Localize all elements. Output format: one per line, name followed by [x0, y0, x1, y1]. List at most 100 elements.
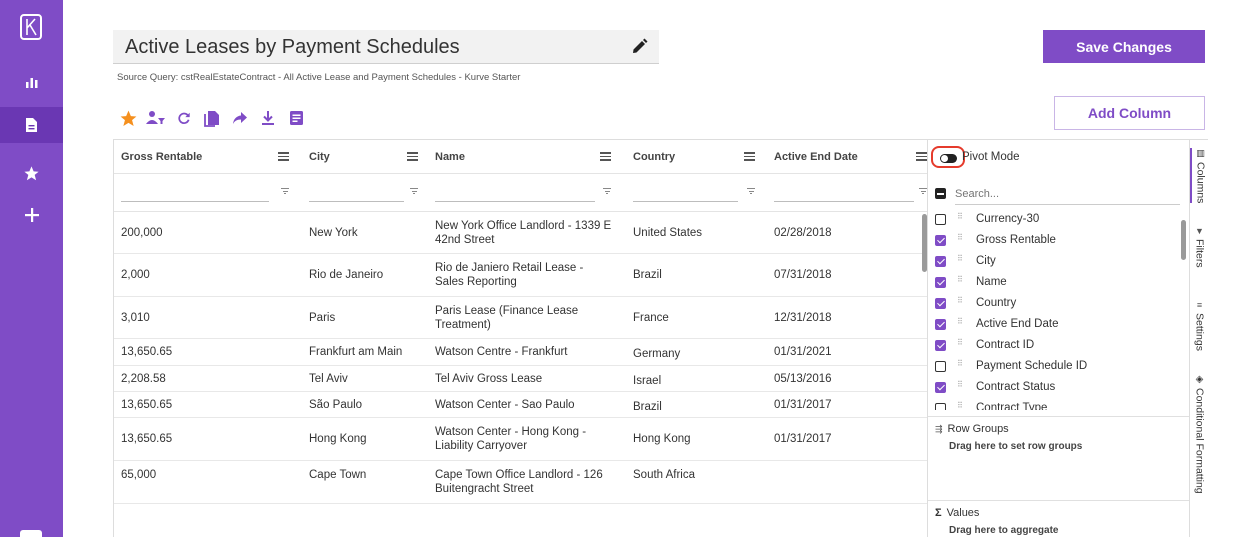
filter-icon[interactable] — [919, 188, 927, 195]
column-header-name[interactable]: Name — [435, 140, 465, 174]
column-header-city[interactable]: City — [309, 140, 330, 174]
column-menu-icon[interactable] — [600, 152, 611, 161]
column-list-item[interactable]: ⠿ Active End Date — [928, 315, 1190, 336]
column-checkbox[interactable] — [935, 319, 946, 330]
star-icon[interactable] — [117, 107, 139, 129]
column-menu-icon[interactable] — [278, 152, 289, 161]
row-groups-label: Row Groups — [947, 423, 1009, 435]
table-row[interactable]: 200,000 New York New York Office Landlor… — [114, 212, 927, 254]
column-checkbox[interactable] — [935, 277, 946, 288]
column-checkbox[interactable] — [935, 214, 946, 225]
row-groups-title: ⇶ Row Groups — [935, 423, 1009, 435]
filter-icon[interactable] — [603, 188, 611, 195]
report-icon[interactable] — [0, 107, 63, 143]
column-menu-icon[interactable] — [407, 152, 418, 161]
filter-icon[interactable] — [410, 188, 418, 195]
column-header-gross-rentable[interactable]: Gross Rentable — [121, 140, 202, 174]
save-changes-button[interactable]: Save Changes — [1043, 30, 1205, 63]
filter-input-city[interactable] — [309, 184, 404, 202]
table-row[interactable]: 13,650.65 Frankfurt am Main Watson Centr… — [114, 339, 927, 366]
filter-icon[interactable] — [281, 188, 289, 195]
table-row[interactable]: 13,650.65 Hong Kong Watson Center - Hong… — [114, 418, 927, 461]
cell-country: South Africa — [633, 469, 696, 481]
table-row[interactable]: 65,000 Cape Town Cape Town Office Landlo… — [114, 461, 927, 504]
plus-icon[interactable] — [0, 197, 63, 233]
cell-city: Hong Kong — [309, 433, 367, 445]
cell-active-end-date: 02/28/2018 — [774, 226, 832, 239]
column-search-input[interactable] — [955, 183, 1180, 205]
drag-handle-icon[interactable]: ⠿ — [957, 339, 963, 350]
table-row[interactable]: 2,208.58 Tel Aviv Tel Aviv Gross Lease I… — [114, 366, 927, 392]
star-icon[interactable] — [0, 155, 63, 191]
tab-columns[interactable]: ▥ Columns — [1190, 148, 1209, 204]
table-row[interactable]: 3,010 Paris Paris Lease (Finance Lease T… — [114, 297, 927, 339]
cell-country: Israel — [633, 374, 662, 387]
cell-name: Watson Center - Sao Paulo — [435, 398, 575, 411]
column-list-item[interactable]: ⠿ Contract Type — [928, 399, 1190, 410]
user-filter-icon[interactable] — [145, 107, 167, 129]
cell-active-end-date: 07/31/2018 — [774, 269, 832, 281]
column-checkbox[interactable] — [935, 256, 946, 267]
column-checkbox[interactable] — [935, 235, 946, 246]
chart-icon[interactable] — [0, 64, 63, 100]
drag-handle-icon[interactable]: ⠿ — [957, 255, 963, 266]
column-menu-icon[interactable] — [916, 152, 927, 161]
column-header-active-end-date[interactable]: Active End Date — [774, 140, 858, 174]
tab-settings[interactable]: ≡ Settings — [1190, 300, 1209, 351]
add-column-button[interactable]: Add Column — [1054, 96, 1205, 130]
edit-pencil-icon[interactable] — [629, 37, 649, 57]
column-list-item[interactable]: ⠿ Name — [928, 273, 1190, 294]
column-checkbox[interactable] — [935, 340, 946, 351]
column-list-item[interactable]: ⠿ Currency-30 — [928, 210, 1190, 231]
column-list-item[interactable]: ⠿ City — [928, 252, 1190, 273]
pivot-mode-toggle[interactable] — [940, 154, 957, 163]
tab-conditional-formatting[interactable]: ◈ Conditional Formatting — [1190, 374, 1209, 494]
column-checkbox[interactable] — [935, 298, 946, 309]
table-row[interactable]: 2,000 Rio de Janeiro Rio de Janiero Reta… — [114, 254, 927, 297]
column-list-scrollbar[interactable] — [1181, 220, 1186, 260]
column-list-item[interactable]: ⠿ Contract Status — [928, 378, 1190, 399]
filter-input-country[interactable] — [633, 184, 738, 202]
drag-handle-icon[interactable]: ⠿ — [957, 318, 963, 329]
drag-handle-icon[interactable]: ⠿ — [957, 213, 963, 224]
select-all-checkbox[interactable] — [935, 188, 946, 199]
drag-handle-icon[interactable]: ⠿ — [957, 234, 963, 245]
column-menu-icon[interactable] — [744, 152, 755, 161]
user-icon[interactable] — [20, 530, 42, 537]
cell-city: Cape Town — [309, 469, 367, 481]
column-checkbox[interactable] — [935, 361, 946, 372]
sigma-icon: Σ — [935, 507, 942, 519]
column-label: Name — [976, 276, 1007, 288]
column-list-item[interactable]: ⠿ Gross Rentable — [928, 231, 1190, 252]
share-icon[interactable] — [229, 107, 251, 129]
filter-input-gross-rentable[interactable] — [121, 184, 269, 202]
drag-handle-icon[interactable]: ⠿ — [957, 381, 963, 392]
notes-icon[interactable] — [285, 107, 307, 129]
column-header-country[interactable]: Country — [633, 140, 675, 174]
copy-icon[interactable] — [201, 107, 223, 129]
column-list-item[interactable]: ⠿ Payment Schedule ID — [928, 357, 1190, 378]
kurve-logo[interactable] — [20, 14, 42, 40]
drag-handle-icon[interactable]: ⠿ — [957, 276, 963, 287]
values-drop-zone[interactable]: Σ Values Drag here to aggregate — [928, 500, 1190, 537]
column-label: Payment Schedule ID — [976, 360, 1088, 372]
column-label: City — [976, 255, 996, 267]
drag-handle-icon[interactable]: ⠿ — [957, 360, 963, 371]
drag-handle-icon[interactable]: ⠿ — [957, 297, 963, 308]
filter-icon[interactable] — [747, 188, 755, 195]
drag-handle-icon[interactable]: ⠿ — [957, 402, 963, 410]
refresh-icon[interactable] — [173, 107, 195, 129]
table-row[interactable]: 13,650.65 São Paulo Watson Center - Sao … — [114, 392, 927, 418]
cell-city: São Paulo — [309, 398, 363, 411]
report-title-field[interactable]: Active Leases by Payment Schedules — [113, 30, 659, 64]
column-checkbox[interactable] — [935, 382, 946, 393]
filter-input-active-end-date[interactable] — [774, 184, 914, 202]
column-checkbox[interactable] — [935, 403, 946, 410]
cell-gross-rentable: 13,650.65 — [121, 398, 173, 411]
filter-input-name[interactable] — [435, 184, 595, 202]
tab-filters[interactable]: ▼ Filters — [1190, 226, 1209, 268]
download-icon[interactable] — [257, 107, 279, 129]
column-list-item[interactable]: ⠿ Country — [928, 294, 1190, 315]
row-groups-drop-zone[interactable]: ⇶ Row Groups Drag here to set row groups — [928, 416, 1190, 500]
column-list-item[interactable]: ⠿ Contract ID — [928, 336, 1190, 357]
